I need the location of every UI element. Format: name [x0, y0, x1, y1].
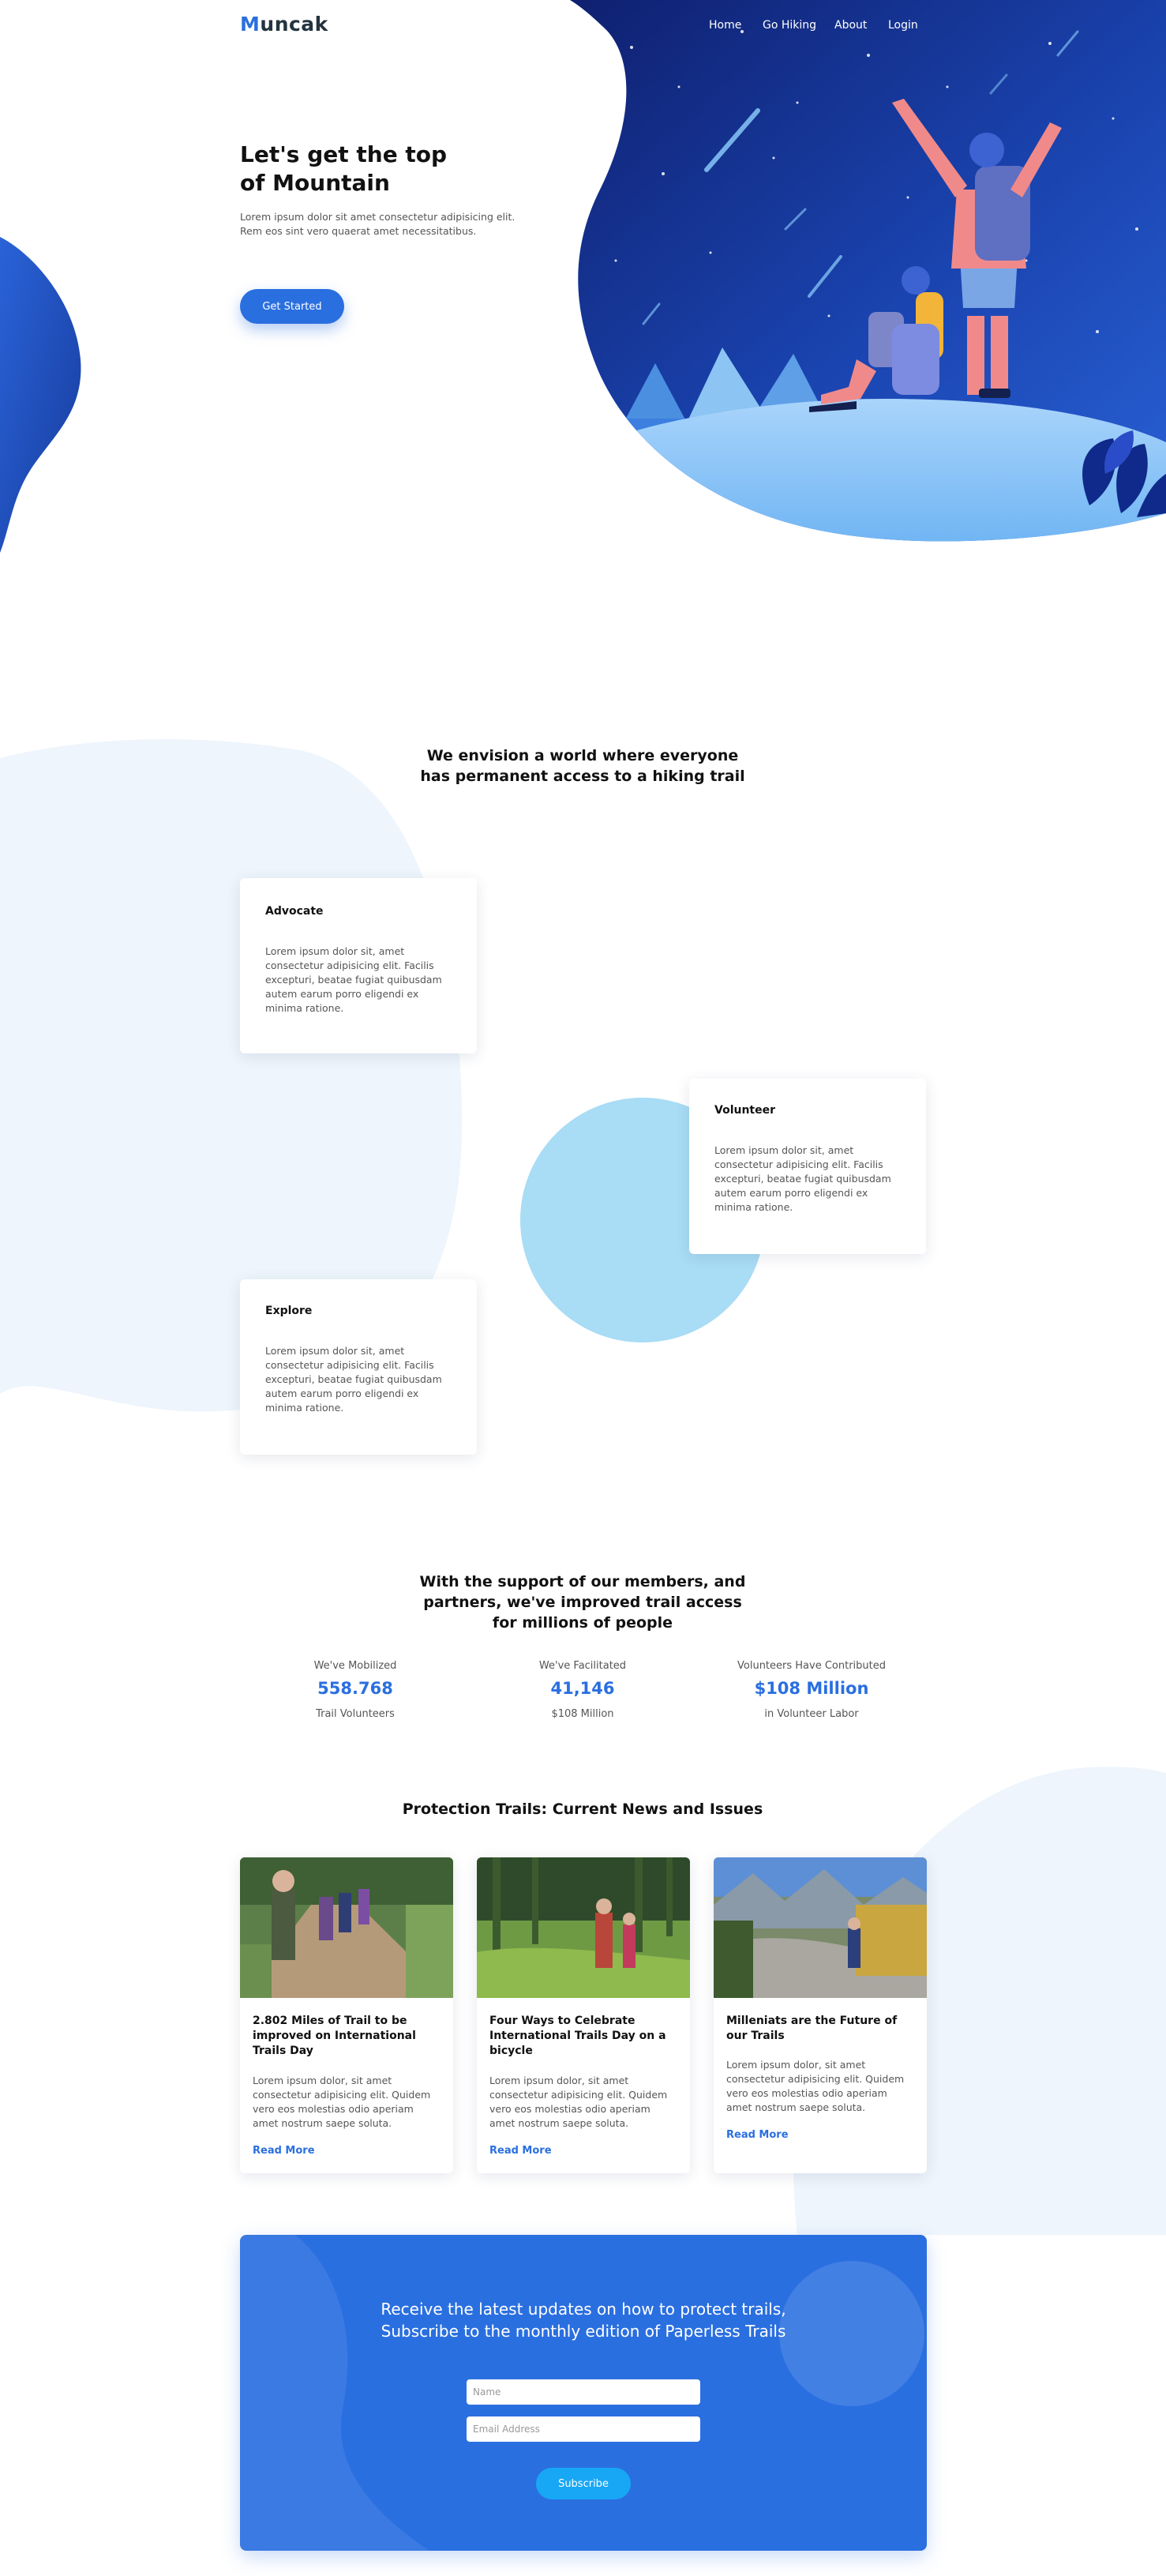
- subscribe-section: Receive the latest updates on how to pro…: [240, 2235, 927, 2551]
- news-card-title[interactable]: Four Ways to Celebrate International Tra…: [489, 2014, 679, 2059]
- nav-go-hiking[interactable]: Go Hiking: [763, 19, 816, 32]
- read-more-link[interactable]: Read More: [726, 2129, 789, 2141]
- hero-background-illustration: [0, 0, 1166, 2235]
- news-card[interactable]: Four Ways to Celebrate International Tra…: [477, 1857, 690, 2173]
- read-more-link[interactable]: Read More: [489, 2145, 552, 2157]
- news-card-text: Lorem ipsum dolor, sit amet consectetur …: [253, 2075, 431, 2129]
- stat-contributed-value: $108 Million: [754, 1679, 869, 1698]
- subscribe-button[interactable]: Subscribe: [536, 2468, 631, 2499]
- stat-mobilized-value: 558.768: [317, 1679, 393, 1698]
- vision-title: We envision a world where everyone has p…: [420, 747, 745, 785]
- news-title: Protection Trails: Current News and Issu…: [402, 1801, 763, 1818]
- volunteer-card-title: Volunteer: [714, 1104, 776, 1117]
- stat-facilitated-label: We've Facilitated: [538, 1660, 627, 1672]
- advocate-card-title: Advocate: [265, 905, 324, 918]
- volunteer-card-text: Lorem ipsum dolor sit, amet consectetur …: [714, 1144, 891, 1213]
- name-field[interactable]: [467, 2379, 700, 2405]
- brand-logo[interactable]: Muncak: [240, 13, 328, 36]
- news-image-hikers-trail: [240, 1857, 453, 1998]
- hero-title: Let's get the top of Mountain: [240, 141, 448, 196]
- volunteer-card: Volunteer Lorem ipsum dolor sit, amet co…: [689, 1079, 926, 1254]
- news-card[interactable]: 2.802 Miles of Trail to be improved on I…: [240, 1857, 453, 2173]
- get-started-button[interactable]: Get Started: [240, 289, 344, 324]
- impact-title: With the support of our members, and par…: [419, 1573, 746, 1632]
- news-card[interactable]: Milleniats are the Future of our Trails …: [714, 1857, 927, 2173]
- subscribe-title: Receive the latest updates on how to pro…: [381, 2300, 786, 2341]
- news-card-title[interactable]: Milleniats are the Future of our Trails: [726, 2014, 916, 2044]
- stat-mobilized-sub: Trail Volunteers: [316, 1708, 395, 1720]
- advocate-card: Advocate Lorem ipsum dolor sit, amet con…: [240, 878, 477, 1053]
- news-image-forest-hikers: [477, 1857, 690, 1998]
- stat-facilitated-value: 41,146: [550, 1679, 615, 1698]
- nav-about[interactable]: About: [834, 19, 867, 32]
- brand-logo-text: uncak: [260, 13, 328, 36]
- stat-contributed-sub: in Volunteer Labor: [764, 1708, 859, 1720]
- stat-mobilized-label: We've Mobilized: [313, 1660, 397, 1672]
- nav-home[interactable]: Home: [709, 19, 741, 32]
- news-card-title[interactable]: 2.802 Miles of Trail to be improved on I…: [253, 2014, 442, 2059]
- read-more-link[interactable]: Read More: [253, 2145, 315, 2157]
- hero-description: Lorem ipsum dolor sit amet consectetur a…: [240, 211, 516, 237]
- advocate-card-text: Lorem ipsum dolor sit, amet consectetur …: [265, 945, 442, 1014]
- stat-contributed-label: Volunteers Have Contributed: [737, 1660, 886, 1672]
- explore-card-text: Lorem ipsum dolor sit, amet consectetur …: [265, 1345, 442, 1414]
- brand-logo-initial: M: [240, 13, 261, 36]
- explore-card: Explore Lorem ipsum dolor sit, amet cons…: [240, 1279, 477, 1455]
- news-card-text: Lorem ipsum dolor, sit amet consectetur …: [489, 2075, 668, 2129]
- news-card-text: Lorem ipsum dolor, sit amet consectetur …: [726, 2059, 905, 2113]
- nav-login[interactable]: Login: [888, 19, 918, 32]
- news-image-mountain-hiker: [714, 1857, 927, 1998]
- stat-facilitated-sub: $108 Million: [551, 1708, 614, 1720]
- explore-card-title: Explore: [265, 1305, 313, 1317]
- email-field[interactable]: [467, 2416, 700, 2442]
